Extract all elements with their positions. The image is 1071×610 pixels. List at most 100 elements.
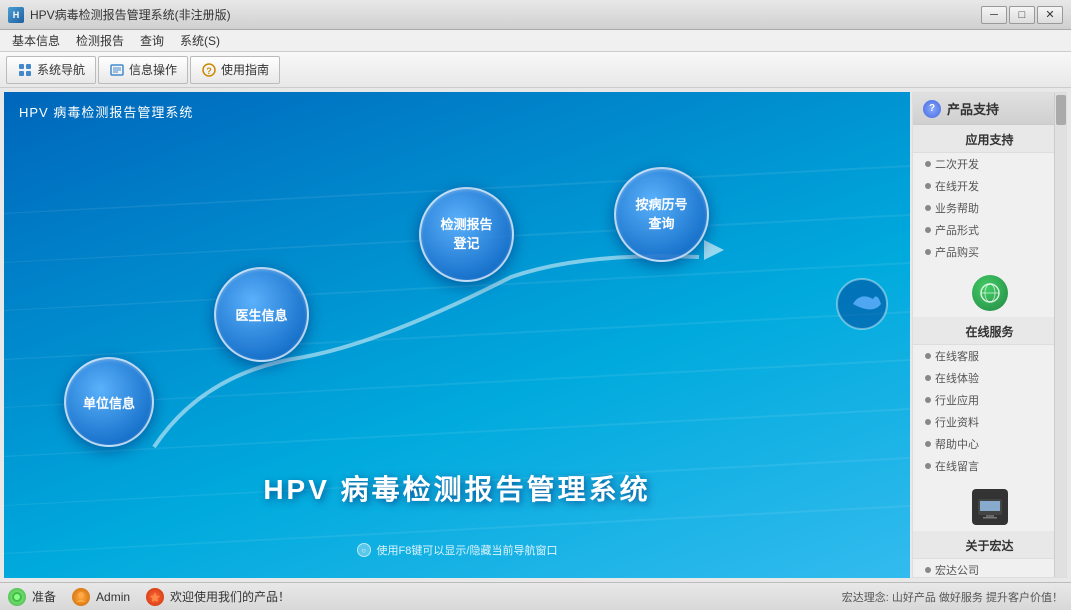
title-controls: ─ □ ✕ xyxy=(981,6,1063,24)
bottom-hint: ○ 使用F8键可以显示/隐藏当前导航窗口 xyxy=(4,542,910,558)
dot-icon xyxy=(925,567,931,573)
status-admin: Admin xyxy=(72,588,130,606)
dot-icon xyxy=(925,183,931,189)
arrow-decoration xyxy=(835,277,890,335)
main-content: HPV 病毒检测报告管理系统 单位信息 医生信息 检测报告 登记 按病历号 查询 xyxy=(0,88,1071,582)
link-industry-app-label: 行业应用 xyxy=(935,392,979,408)
link-help-center-label: 帮助中心 xyxy=(935,436,979,452)
nav-icon xyxy=(17,62,33,78)
menu-item-detection-report[interactable]: 检测报告 xyxy=(68,30,132,51)
detection-report-circle[interactable]: 检测报告 登记 xyxy=(419,187,514,282)
link-biz-help[interactable]: 业务帮助 xyxy=(913,197,1066,219)
support-icon: ? xyxy=(923,100,941,118)
link-online-cs-label: 在线客服 xyxy=(935,348,979,364)
dot-icon xyxy=(925,375,931,381)
dot-icon xyxy=(925,205,931,211)
guide-icon: ? xyxy=(201,62,217,78)
title-bar: H HPV病毒检测报告管理系统(非注册版) ─ □ ✕ xyxy=(0,0,1071,30)
dot-icon xyxy=(925,249,931,255)
info-icon xyxy=(109,62,125,78)
dot-icon xyxy=(925,441,931,447)
link-product-buy[interactable]: 产品购买 xyxy=(913,241,1066,263)
maximize-button[interactable]: □ xyxy=(1009,6,1035,24)
minimize-button[interactable]: ─ xyxy=(981,6,1007,24)
link-online-message-label: 在线留言 xyxy=(935,458,979,474)
bottom-message: 宏达理念: 山好产品 做好服务 提升客户价值！ xyxy=(306,589,1063,605)
ready-icon xyxy=(8,588,26,606)
admin-icon xyxy=(72,588,90,606)
info-operation-label: 信息操作 xyxy=(129,61,177,78)
dot-icon xyxy=(925,463,931,469)
system-nav-button[interactable]: 系统导航 xyxy=(6,56,96,84)
usage-guide-label: 使用指南 xyxy=(221,61,269,78)
about-icon xyxy=(972,489,1008,525)
menu-item-query[interactable]: 查询 xyxy=(132,30,172,51)
status-ready: 准备 xyxy=(8,588,56,606)
doctor-info-label: 医生信息 xyxy=(235,305,287,324)
welcome-icon xyxy=(146,588,164,606)
admin-label: Admin xyxy=(96,590,130,604)
link-hd-company-label: 宏达公司 xyxy=(935,562,979,578)
dot-icon xyxy=(925,161,931,167)
section-about-title: 关于宏达 xyxy=(913,531,1066,559)
system-nav-label: 系统导航 xyxy=(37,61,85,78)
dot-icon xyxy=(925,227,931,233)
status-bar: 准备 Admin 欢迎使用我们的产品！ 宏达理念: 山好产品 做好服务 提升客户… xyxy=(0,582,1071,610)
scrollbar[interactable] xyxy=(1054,93,1066,577)
menu-item-system[interactable]: 系统(S) xyxy=(172,30,228,51)
link-industry-data-label: 行业资料 xyxy=(935,414,979,430)
hint-icon: ○ xyxy=(357,543,371,557)
link-online-dev-label: 在线开发 xyxy=(935,178,979,194)
hpv-panel: HPV 病毒检测报告管理系统 单位信息 医生信息 检测报告 登记 按病历号 查询 xyxy=(4,92,910,578)
link-secondary-dev-label: 二次开发 xyxy=(935,156,979,172)
dot-icon xyxy=(925,419,931,425)
menu-bar: 基本信息 检测报告 查询 系统(S) xyxy=(0,30,1071,52)
svg-text:?: ? xyxy=(206,66,212,76)
link-online-message[interactable]: 在线留言 xyxy=(913,455,1066,477)
close-button[interactable]: ✕ xyxy=(1037,6,1063,24)
usage-guide-button[interactable]: ? 使用指南 xyxy=(190,56,280,84)
query-circle[interactable]: 按病历号 查询 xyxy=(614,167,709,262)
link-biz-help-label: 业务帮助 xyxy=(935,200,979,216)
link-hd-company[interactable]: 宏达公司 xyxy=(913,559,1066,578)
link-product-form-label: 产品形式 xyxy=(935,222,979,238)
link-industry-data[interactable]: 行业资料 xyxy=(913,411,1066,433)
online-service-icon xyxy=(972,275,1008,311)
info-operation-button[interactable]: 信息操作 xyxy=(98,56,188,84)
link-help-center[interactable]: 帮助中心 xyxy=(913,433,1066,455)
link-product-buy-label: 产品购买 xyxy=(935,244,979,260)
link-online-cs[interactable]: 在线客服 xyxy=(913,345,1066,367)
link-product-form[interactable]: 产品形式 xyxy=(913,219,1066,241)
big-title: HPV 病毒检测报告管理系统 xyxy=(4,468,910,508)
online-service-icon-wrapper xyxy=(913,263,1066,317)
query-label: 按病历号 查询 xyxy=(635,196,687,232)
detection-report-label: 检测报告 登记 xyxy=(440,216,492,252)
right-panel-title: 产品支持 xyxy=(947,99,999,118)
section-app-support-title: 应用支持 xyxy=(913,125,1066,153)
app-icon: H xyxy=(8,7,24,23)
title-bar-left: H HPV病毒检测报告管理系统(非注册版) xyxy=(8,6,231,23)
scrollbar-thumb[interactable] xyxy=(1056,95,1066,125)
unit-info-circle[interactable]: 单位信息 xyxy=(64,357,154,447)
welcome-label: 欢迎使用我们的产品！ xyxy=(170,588,290,605)
right-panel-header: ? 产品支持 xyxy=(913,93,1066,125)
dot-icon xyxy=(925,397,931,403)
unit-info-label: 单位信息 xyxy=(83,393,135,412)
link-online-exp[interactable]: 在线体验 xyxy=(913,367,1066,389)
link-industry-app[interactable]: 行业应用 xyxy=(913,389,1066,411)
link-online-exp-label: 在线体验 xyxy=(935,370,979,386)
ready-label: 准备 xyxy=(32,588,56,605)
link-secondary-dev[interactable]: 二次开发 xyxy=(913,153,1066,175)
dot-icon xyxy=(925,353,931,359)
status-welcome: 欢迎使用我们的产品！ xyxy=(146,588,290,606)
doctor-info-circle[interactable]: 医生信息 xyxy=(214,267,309,362)
about-icon-wrapper xyxy=(913,477,1066,531)
hint-text: 使用F8键可以显示/隐藏当前导航窗口 xyxy=(377,542,558,558)
panel-header: HPV 病毒检测报告管理系统 xyxy=(19,102,193,121)
section-online-service-title: 在线服务 xyxy=(913,317,1066,345)
link-online-dev[interactable]: 在线开发 xyxy=(913,175,1066,197)
window-title: HPV病毒检测报告管理系统(非注册版) xyxy=(30,6,231,23)
menu-item-basic-info[interactable]: 基本信息 xyxy=(4,30,68,51)
toolbar: 系统导航 信息操作 ? 使用指南 xyxy=(0,52,1071,88)
right-panel: ? 产品支持 应用支持 二次开发 在线开发 业务帮助 产品形式 产品购买 xyxy=(912,92,1067,578)
